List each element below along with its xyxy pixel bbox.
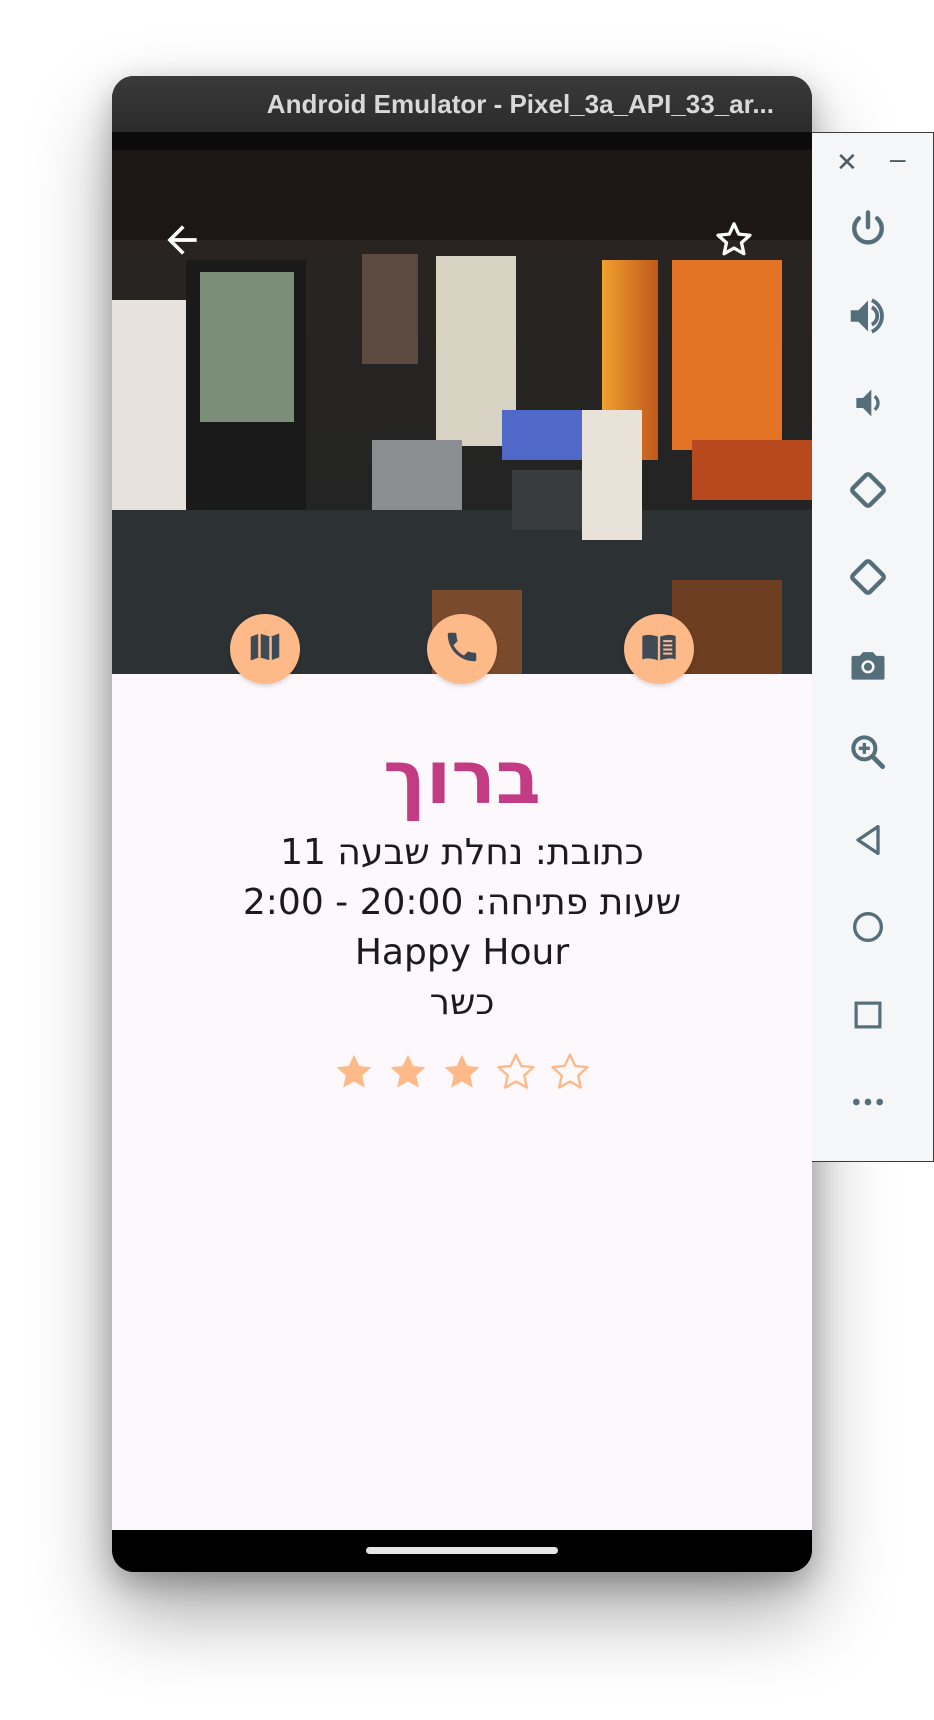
star-outline-icon	[494, 1050, 538, 1094]
map-icon	[246, 628, 284, 671]
star-filled-icon	[332, 1050, 376, 1094]
power-icon[interactable]	[842, 203, 894, 255]
kosher-label: כשר	[429, 982, 495, 1023]
star-filled-icon	[386, 1050, 430, 1094]
star-outline-icon[interactable]	[712, 218, 756, 262]
camera-icon[interactable]	[842, 639, 894, 691]
happy-hour-label: Happy Hour	[354, 932, 570, 973]
venue-address: כתובת: נחלת שבעה 11	[280, 832, 644, 873]
app-screen: ברוך כתובת: נחלת שבעה 11 שעות פתיחה: 20:…	[112, 150, 812, 1530]
volume-up-icon[interactable]	[842, 290, 894, 342]
minimize-icon[interactable]: –	[890, 143, 906, 175]
rotate-left-icon[interactable]	[842, 464, 894, 516]
window-title: Android Emulator - Pixel_3a_API_33_ar...	[266, 88, 774, 119]
toolbar-header: ✕ –	[812, 133, 934, 191]
zoom-icon[interactable]	[842, 726, 894, 778]
phone-icon	[443, 628, 481, 671]
venue-photo	[112, 150, 812, 674]
rating-stars	[112, 1050, 812, 1094]
home-icon[interactable]	[842, 901, 894, 953]
close-icon[interactable]: ✕	[836, 147, 858, 178]
venue-hours: שעות פתיחה: 20:00 - 2:00	[242, 882, 682, 923]
rotate-right-icon[interactable]	[842, 551, 894, 603]
map-button[interactable]	[230, 614, 300, 684]
overview-icon[interactable]	[842, 989, 894, 1041]
emulator-window: Android Emulator - Pixel_3a_API_33_ar...	[112, 76, 812, 1572]
menu-book-icon	[639, 627, 679, 672]
menu-button[interactable]	[624, 614, 694, 684]
venue-details: ברוך כתובת: נחלת שבעה 11 שעות פתיחה: 20:…	[112, 736, 812, 1094]
star-outline-icon	[548, 1050, 592, 1094]
status-bar	[112, 132, 812, 150]
home-gesture-bar[interactable]	[366, 1547, 558, 1554]
more-icon[interactable]	[842, 1076, 894, 1128]
star-filled-icon	[440, 1050, 484, 1094]
back-icon[interactable]	[842, 814, 894, 866]
venue-name: ברוך	[383, 735, 541, 821]
emulator-toolbar: ✕ –	[812, 132, 934, 1162]
title-bar[interactable]: Android Emulator - Pixel_3a_API_33_ar...	[112, 76, 812, 132]
arrow-back-icon[interactable]	[160, 218, 204, 262]
volume-down-icon[interactable]	[842, 377, 894, 429]
phone-button[interactable]	[427, 614, 497, 684]
